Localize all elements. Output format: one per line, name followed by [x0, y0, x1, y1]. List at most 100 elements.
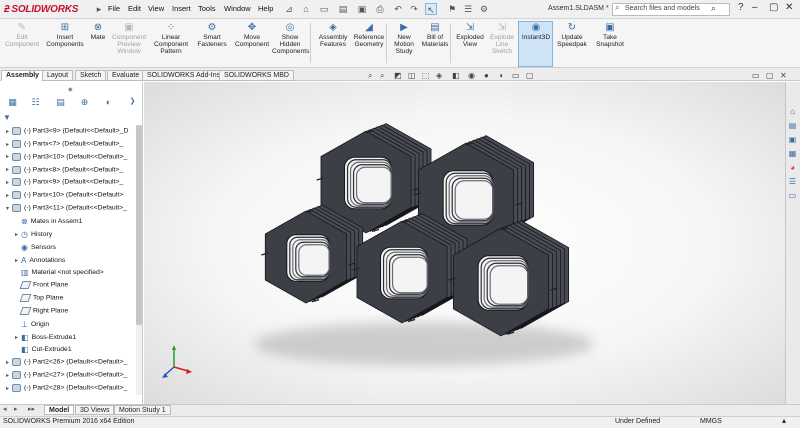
tab-layout[interactable]: Layout: [42, 70, 74, 81]
expand-icon[interactable]: ▸: [3, 385, 12, 392]
tree-item[interactable]: ▸ (-) Partx<8> (Default<<Default>_: [3, 165, 135, 174]
appearances-icon[interactable]: ◕: [787, 162, 798, 173]
tree-item[interactable]: ▥ Material <not specified>: [3, 268, 135, 277]
menu-tools[interactable]: Tools: [198, 4, 216, 13]
undo-icon[interactable]: ↶: [392, 3, 404, 15]
command-motion-study-button[interactable]: ▶ New Motion Study: [390, 22, 418, 55]
expand-icon[interactable]: ▸: [3, 192, 12, 199]
new-document-icon[interactable]: ▭: [318, 3, 330, 15]
tree-item[interactable]: ▾ (-) Part3<11> (Default<<Default>_: [3, 204, 135, 213]
command-snapshot-button[interactable]: ▣ Take Snapshot: [594, 22, 626, 48]
fm-expand-icon[interactable]: ❯: [126, 96, 139, 108]
menu-file[interactable]: File: [108, 4, 120, 13]
close-icon[interactable]: ✕: [785, 2, 793, 13]
view-palette-icon[interactable]: ▦: [787, 148, 798, 159]
tree-item[interactable]: ▸ A Annotations: [3, 256, 135, 265]
expand-icon[interactable]: ▸: [3, 231, 21, 238]
display-style-icon[interactable]: ◧: [452, 71, 460, 80]
dimxpert-icon[interactable]: ⊕: [78, 96, 91, 108]
options-icon[interactable]: ⚙: [478, 3, 490, 15]
design-library-icon[interactable]: ▤: [787, 120, 798, 131]
tab-assembly[interactable]: Assembly: [1, 70, 45, 81]
tab-sketch[interactable]: Sketch: [75, 70, 107, 81]
property-manager-icon[interactable]: ☷: [29, 96, 42, 108]
expand-icon[interactable]: ▸: [3, 257, 21, 264]
expand-icon[interactable]: ▸: [3, 179, 12, 186]
filter-icon[interactable]: ▼: [3, 113, 11, 122]
solidworks-resources-icon[interactable]: ⌂: [787, 106, 798, 117]
command-show-hidden-button[interactable]: ◎ Show Hidden Components: [272, 22, 309, 55]
graphics-area[interactable]: [144, 82, 785, 404]
custom-properties-icon[interactable]: ☰: [787, 176, 798, 187]
minimize-icon[interactable]: –: [752, 2, 758, 13]
hide-show-icon[interactable]: ◉: [468, 71, 475, 80]
expand-icon[interactable]: ▸: [3, 141, 12, 148]
command-reference-geometry-button[interactable]: ◢ Reference Geometry: [352, 22, 386, 48]
tree-item[interactable]: ▸ ◧ Boss-Extrude1: [3, 333, 135, 342]
file-properties-icon[interactable]: ☰: [462, 3, 474, 15]
tree-item[interactable]: ▸ (-) Partx<9> (Default<<Default>_: [3, 178, 135, 187]
expand-icon[interactable]: ▸: [3, 334, 21, 341]
select-icon[interactable]: ↖: [425, 3, 437, 15]
expand-icon[interactable]: ▸: [3, 359, 12, 366]
section-view-icon[interactable]: ◫: [408, 71, 416, 80]
command-explode-line-button[interactable]: ⇲ Explode Line Sketch: [488, 22, 516, 55]
tree-item[interactable]: ▸ (-) Part2<26> (Default<<Default>_: [3, 358, 135, 367]
search-icon[interactable]: ⌕: [711, 3, 716, 14]
expand-icon[interactable]: ▸: [3, 153, 12, 160]
tree-item[interactable]: ▸ (-) Part2<28> (Default<<Default>_: [3, 384, 135, 392]
tab-addins[interactable]: SOLIDWORKS Add-Ins: [142, 70, 226, 81]
tab-prev-icon[interactable]: ◂: [3, 405, 7, 413]
view-orientation-icon[interactable]: ◈: [436, 71, 442, 80]
zoom-area-icon[interactable]: ⌕: [380, 71, 384, 81]
viewport-restore-icon[interactable]: ▭: [752, 71, 760, 80]
home-icon[interactable]: ⌂: [300, 3, 312, 15]
edit-appearance-icon[interactable]: ●: [484, 71, 489, 80]
save-icon[interactable]: ▣: [356, 3, 368, 15]
view-settings-icon[interactable]: ▭: [512, 71, 520, 80]
expand-icon[interactable]: ▾: [3, 205, 12, 212]
print-icon[interactable]: ⎙: [374, 3, 386, 15]
menu-edit[interactable]: Edit: [128, 4, 141, 13]
command-bom-button[interactable]: ▤ Bill of Materials: [420, 22, 450, 48]
open-icon[interactable]: ▤: [337, 3, 349, 15]
tab-motion-study[interactable]: Motion Study 1: [114, 405, 171, 415]
tree-item[interactable]: ▸ (-) Partx<10> (Default<<Default>: [3, 191, 135, 200]
menu-arrow-icon[interactable]: ▸: [93, 3, 105, 15]
help-icon[interactable]: ?: [738, 2, 744, 13]
tree-item[interactable]: Top Plane: [3, 294, 135, 303]
command-insert-components-button[interactable]: ⊞ Insert Components: [44, 22, 86, 48]
tab-mbd[interactable]: SOLIDWORKS MBD: [219, 70, 294, 81]
feature-manager-icon[interactable]: ▦: [6, 96, 19, 108]
tree-item[interactable]: ◧ Cut-Extrude1: [3, 345, 135, 354]
tree-item[interactable]: ◉ Sensors: [3, 243, 135, 252]
apply-scene-icon[interactable]: ◑: [498, 71, 503, 80]
tree-item[interactable]: ▸ (-) Part2<27> (Default<<Default>_: [3, 371, 135, 380]
command-mate-button[interactable]: ⊗ Mate: [88, 22, 108, 41]
command-move-component-button[interactable]: ✥ Move Component: [232, 22, 272, 48]
solidworks-logo[interactable]: ƻ SOLIDWORKS: [4, 2, 78, 17]
tree-item[interactable]: ▸ (-) Partx<7> (Default<<Default>_: [3, 139, 135, 148]
tree-item[interactable]: ▸ (-) Part3<9> (Default<<Default>_D: [3, 127, 135, 135]
command-edit-component-button[interactable]: ✎ Edit Component: [4, 22, 40, 48]
expand-icon[interactable]: ▸: [3, 372, 12, 379]
expand-icon[interactable]: ▸: [3, 166, 12, 173]
tree-item[interactable]: ▸ ◷ History: [3, 230, 135, 239]
menu-window[interactable]: Window: [224, 4, 251, 13]
command-speedpak-button[interactable]: ↻ Update Speedpak: [556, 22, 588, 48]
menu-view[interactable]: View: [148, 4, 164, 13]
fm-collapse-icon[interactable]: ◆: [68, 86, 73, 93]
expand-icon[interactable]: ▸: [3, 128, 12, 135]
command-linear-pattern-button[interactable]: ⁘ Linear Component Pattern: [150, 22, 192, 55]
tree-item[interactable]: Front Plane: [3, 281, 135, 290]
menu-insert[interactable]: Insert: [172, 4, 191, 13]
dynamic-annotation-icon[interactable]: ⬚: [422, 71, 430, 80]
display-manager-icon[interactable]: ◐: [102, 96, 115, 108]
viewport-maximize-icon[interactable]: ▢: [766, 71, 774, 80]
tab-3d-views[interactable]: 3D Views: [75, 405, 115, 415]
tree-item[interactable]: ▸ (-) Part3<10> (Default<<Default>_: [3, 152, 135, 161]
command-instant3d-button[interactable]: ◉ Instant3D: [520, 22, 552, 41]
tab-model[interactable]: Model: [44, 405, 75, 415]
tree-item[interactable]: ⊥ Origin: [3, 320, 135, 329]
status-options-icon[interactable]: ▴: [782, 416, 786, 425]
